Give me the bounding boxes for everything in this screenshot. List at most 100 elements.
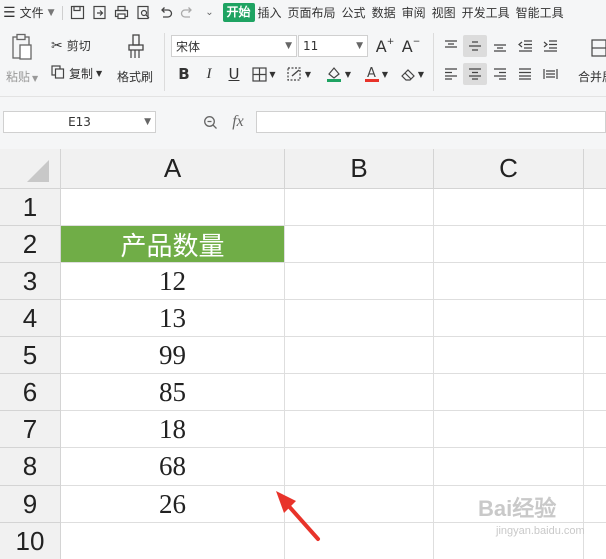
print-icon[interactable]: [111, 0, 133, 25]
distributed-align-icon[interactable]: [539, 63, 561, 85]
zoom-search-icon[interactable]: [201, 112, 219, 132]
row-header-5[interactable]: 5: [0, 337, 61, 374]
borders-icon[interactable]: ▼: [250, 63, 278, 85]
cell-a3[interactable]: 12: [61, 263, 285, 300]
decrease-font-icon[interactable]: A −: [400, 35, 422, 57]
tab-insert[interactable]: 插入: [255, 4, 285, 21]
formula-input[interactable]: [256, 111, 606, 133]
cell-c2[interactable]: [434, 226, 584, 263]
redo-icon[interactable]: [177, 0, 199, 25]
eraser-icon[interactable]: ▼: [396, 63, 428, 85]
cell-c7[interactable]: [434, 411, 584, 448]
cell-b8[interactable]: [285, 448, 434, 486]
copy-button[interactable]: 复制 ▼: [51, 65, 102, 82]
cell-a4[interactable]: 13: [61, 300, 285, 337]
cell-c4[interactable]: [434, 300, 584, 337]
align-bottom-icon[interactable]: [489, 35, 511, 57]
increase-font-icon[interactable]: A +: [374, 35, 396, 57]
column-header-c[interactable]: C: [434, 149, 584, 189]
tab-smart-tools[interactable]: 智能工具: [513, 4, 567, 21]
cell-b3[interactable]: [285, 263, 434, 300]
row-header-2[interactable]: 2: [0, 226, 61, 263]
cell-d2[interactable]: [584, 226, 606, 263]
row-header-4[interactable]: 4: [0, 300, 61, 337]
print-preview-icon[interactable]: [133, 0, 155, 25]
cell-a5[interactable]: 99: [61, 337, 285, 374]
row-header-3[interactable]: 3: [0, 263, 61, 300]
font-color-icon[interactable]: A ▼: [360, 63, 392, 85]
indent-increase-icon[interactable]: [539, 35, 561, 57]
tab-data[interactable]: 数据: [369, 4, 399, 21]
tab-page-layout[interactable]: 页面布局: [285, 4, 339, 21]
cut-button[interactable]: ✂ 剪切: [51, 37, 91, 54]
cell-d1[interactable]: [584, 189, 606, 226]
cell-a9[interactable]: 26: [61, 486, 285, 523]
justify-icon[interactable]: [514, 63, 536, 85]
cell-d4[interactable]: [584, 300, 606, 337]
cell-b7[interactable]: [285, 411, 434, 448]
cell-b2[interactable]: [285, 226, 434, 263]
cell-d8[interactable]: [584, 448, 606, 486]
undo-icon[interactable]: [155, 0, 177, 25]
paste-button[interactable]: 粘贴 ▼: [6, 68, 38, 85]
tab-developer[interactable]: 开发工具: [459, 4, 513, 21]
cell-d5[interactable]: [584, 337, 606, 374]
cell-a1[interactable]: [61, 189, 285, 226]
cell-d6[interactable]: [584, 374, 606, 411]
indent-decrease-icon[interactable]: [514, 35, 536, 57]
row-header-8[interactable]: 8: [0, 448, 61, 486]
tab-review[interactable]: 审阅: [399, 4, 429, 21]
cell-b1[interactable]: [285, 189, 434, 226]
row-header-10[interactable]: 10: [0, 523, 61, 559]
format-painter-button[interactable]: 格式刷: [117, 68, 153, 85]
cell-c3[interactable]: [434, 263, 584, 300]
bold-icon[interactable]: B: [175, 63, 193, 85]
row-header-9[interactable]: 9: [0, 486, 61, 523]
main-menu-button[interactable]: ☰ 文件 ▼: [0, 0, 58, 25]
cell-a8[interactable]: 68: [61, 448, 285, 486]
align-center-icon[interactable]: [463, 63, 487, 85]
cell-b4[interactable]: [285, 300, 434, 337]
row-header-1[interactable]: 1: [0, 189, 61, 226]
cell-b5[interactable]: [285, 337, 434, 374]
tab-home[interactable]: 开始: [222, 3, 255, 22]
fill-color-icon[interactable]: ▼: [322, 63, 354, 85]
italic-icon[interactable]: I: [200, 63, 218, 85]
row-header-7[interactable]: 7: [0, 411, 61, 448]
column-header-b[interactable]: B: [285, 149, 434, 189]
align-right-icon[interactable]: [489, 63, 511, 85]
cell-d9[interactable]: [584, 486, 606, 523]
cell-d3[interactable]: [584, 263, 606, 300]
cell-a6[interactable]: 85: [61, 374, 285, 411]
row-header-6[interactable]: 6: [0, 374, 61, 411]
align-left-icon[interactable]: [440, 63, 462, 85]
font-size-select[interactable]: 11 ▼: [298, 35, 368, 57]
cell-c8[interactable]: [434, 448, 584, 486]
cell-d7[interactable]: [584, 411, 606, 448]
select-all-corner[interactable]: [0, 149, 61, 189]
paintbrush-icon[interactable]: [123, 33, 149, 61]
clipboard-icon[interactable]: [8, 31, 36, 63]
cell-c6[interactable]: [434, 374, 584, 411]
cell-b6[interactable]: [285, 374, 434, 411]
insert-function-button[interactable]: fx: [225, 111, 251, 133]
merge-center-button[interactable]: 合并居: [578, 68, 606, 85]
quick-access-dropdown-icon[interactable]: ⌄: [199, 0, 221, 25]
cell-c5[interactable]: [434, 337, 584, 374]
save-icon[interactable]: [67, 0, 89, 25]
export-icon[interactable]: [89, 0, 111, 25]
merge-cells-icon[interactable]: [590, 35, 606, 61]
column-header-a[interactable]: A: [61, 149, 285, 189]
cell-c1[interactable]: [434, 189, 584, 226]
cell-a7[interactable]: 18: [61, 411, 285, 448]
align-middle-icon[interactable]: [463, 35, 487, 57]
column-header-d[interactable]: [584, 149, 606, 189]
cell-style-icon[interactable]: ▼: [284, 63, 314, 85]
cell-a2[interactable]: 产品数量: [61, 226, 285, 263]
underline-icon[interactable]: U: [225, 63, 243, 85]
name-box[interactable]: E13 ▼: [3, 111, 156, 133]
tab-formulas[interactable]: 公式: [339, 4, 369, 21]
align-top-icon[interactable]: [440, 35, 462, 57]
tab-view[interactable]: 视图: [429, 4, 459, 21]
cell-a10[interactable]: [61, 523, 285, 559]
